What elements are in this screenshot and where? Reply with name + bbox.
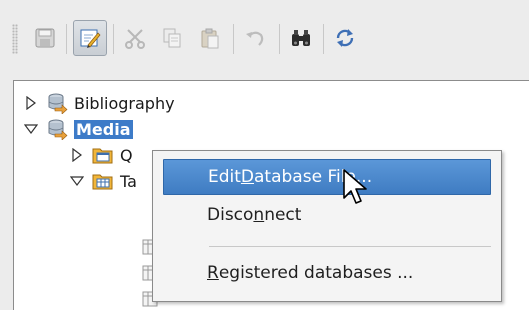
expand-triangle-icon[interactable] (70, 148, 84, 162)
edit-icon (80, 29, 101, 48)
menu-item-text: Edit (208, 167, 241, 187)
copy-icon (163, 28, 181, 48)
tree-item-bibliography[interactable]: Bibliography (24, 91, 175, 115)
menu-item-text: Disco (207, 205, 254, 225)
tree-item-queries[interactable]: Q (70, 143, 133, 167)
menu-item-disconnect[interactable]: Disco n nect (163, 197, 491, 233)
menu-separator (209, 246, 491, 247)
menu-item-edit-database-file[interactable]: Edit Database File... (163, 159, 491, 195)
menu-item-mnemonic: D (240, 167, 255, 187)
copy-button[interactable] (155, 20, 189, 56)
expand-triangle-icon[interactable] (24, 96, 38, 110)
cut-button[interactable] (118, 20, 152, 56)
toolbar-separator (113, 24, 114, 54)
binoculars-icon (292, 30, 310, 46)
tables-folder-icon (92, 174, 113, 190)
undo-button[interactable] (238, 20, 272, 56)
menu-item-mnemonic: R (207, 263, 219, 283)
tree-item-label: Media (74, 119, 133, 139)
toolbar-separator (233, 24, 234, 54)
undo-icon (246, 31, 264, 46)
save-icon (35, 28, 55, 48)
context-menu: Edit Database File... Disco n nect Registe… (152, 150, 502, 302)
database-icon (48, 93, 68, 114)
database-icon (48, 119, 68, 140)
menu-item-text: nect (264, 205, 302, 225)
menu-item-registered-databases[interactable]: Registered databases ... (163, 255, 491, 291)
toolbar-separator (323, 24, 324, 54)
toolbar-grip[interactable] (12, 24, 18, 54)
mouse-cursor-icon (343, 169, 367, 204)
save-button[interactable] (28, 20, 62, 56)
queries-folder-icon (92, 148, 113, 164)
toolbar-separator (279, 24, 280, 54)
find-button[interactable] (284, 20, 318, 56)
toolbar (0, 0, 529, 78)
menu-item-text: egistered databases ... (218, 263, 414, 283)
tree-item-tables[interactable]: Ta (70, 169, 137, 193)
tree-item-label: Bibliography (74, 93, 175, 113)
refresh-icon (336, 29, 354, 47)
collapse-triangle-icon[interactable] (24, 122, 38, 136)
menu-item-mnemonic: n (253, 205, 265, 225)
toolbar-separator (66, 24, 67, 54)
refresh-button[interactable] (328, 20, 362, 56)
tree-item-label: Ta (120, 171, 137, 191)
tree-item-media[interactable]: Media (24, 117, 133, 141)
edit-button[interactable] (73, 20, 107, 56)
tree-item-label: Q (120, 145, 133, 165)
paste-button[interactable] (193, 20, 227, 56)
cut-icon (125, 29, 145, 49)
paste-icon (201, 28, 219, 49)
collapse-triangle-icon[interactable] (70, 174, 84, 188)
